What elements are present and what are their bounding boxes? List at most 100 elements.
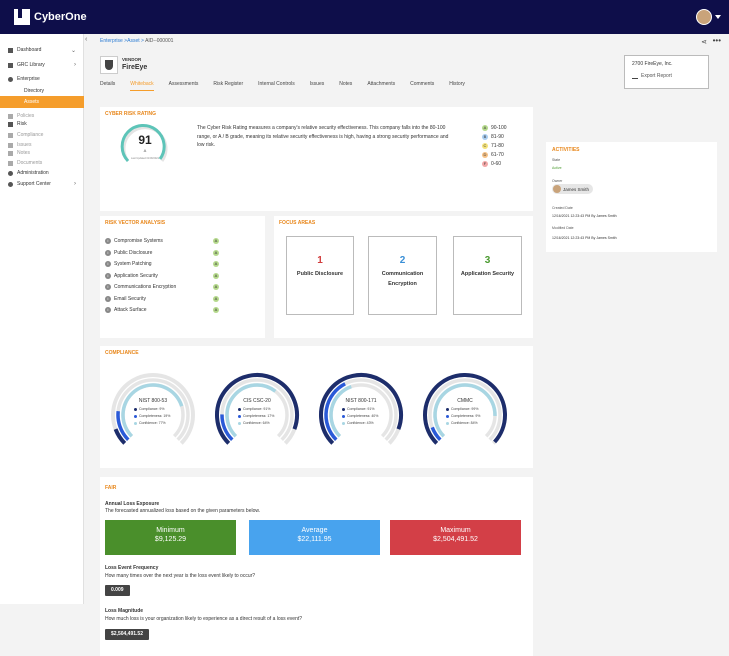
logo[interactable]: CyberOne (14, 9, 87, 25)
lef-description: How many times over the next year is the… (105, 573, 256, 579)
info-icon[interactable]: i (105, 273, 111, 279)
card-title: ACTIVITIES (552, 147, 580, 153)
info-icon[interactable]: i (105, 261, 111, 267)
legend-dot (342, 407, 345, 411)
legend-text: Confidence: 77% (139, 421, 166, 425)
modified-label: Modified Date (552, 226, 574, 230)
export-report-button[interactable]: Export Report (632, 73, 672, 79)
chevron-right-icon: › (74, 62, 76, 68)
compliance-legend: Compliance: 91% (342, 407, 374, 411)
gear-icon (8, 170, 13, 176)
lm-description: How much loss is your organization likel… (105, 616, 303, 622)
sidebar: Dashboard ⌄ GRC Library › Enterprise Direc… (0, 34, 84, 604)
legend-item: D 61-70 (482, 151, 504, 158)
tab-details[interactable]: Details (100, 81, 115, 91)
breadcrumb-asset[interactable]: Asset (127, 38, 140, 44)
ale-description: The forecasted annualized loss based on … (105, 508, 261, 514)
vector-row: i System Patching A (105, 261, 225, 267)
info-icon[interactable]: i (105, 238, 111, 244)
compliance-gauge: NIST 800-171 Compliance: 91% Completeness:… (316, 370, 406, 460)
breadcrumb-current: AID--000001 (145, 38, 174, 44)
tab-notes[interactable]: Notes (339, 81, 352, 91)
completeness-legend: Completeness: 40% (342, 414, 378, 418)
tab-risk-register[interactable]: Risk Register (213, 81, 243, 91)
legend-item: F 0-60 (482, 160, 502, 167)
activities-card: ACTIVITIES State Active Owner James Smit… (546, 142, 717, 252)
sidebar-item-dashboard[interactable]: Dashboard ⌄ (0, 44, 84, 56)
legend-dot (238, 414, 241, 418)
legend-text: Completeness: 9% (451, 414, 481, 418)
legend-dot (342, 421, 345, 425)
avatar[interactable] (696, 9, 712, 25)
cyber-risk-rating-card: CYBER RISK RATING 91 A Last Updated 01/0… (100, 107, 533, 211)
sidebar-item-support-center[interactable]: Support Center › (0, 178, 84, 190)
top-bar: CyberOne (0, 0, 729, 34)
user-menu[interactable] (696, 9, 721, 25)
legend-dot (134, 421, 137, 425)
info-icon[interactable]: i (105, 284, 111, 290)
compliance-legend: Compliance: 99% (446, 407, 478, 411)
collapse-sidebar-icon[interactable]: ‹ (85, 36, 87, 43)
ale-title: Annual Loss Exposure (105, 501, 160, 507)
legend-text: Completeness: 17% (243, 414, 275, 418)
chevron-down-icon: ⌄ (70, 47, 76, 54)
help-icon (8, 181, 13, 187)
logo-icon (14, 9, 30, 25)
focus-item[interactable]: 2 Communication Encryption (368, 236, 437, 315)
tab-issues[interactable]: Issues (310, 81, 324, 91)
compliance-legend: Compliance: 9% (134, 407, 164, 411)
chevron-right-icon: › (74, 181, 76, 187)
state-value: Active (552, 166, 562, 170)
legend-item: A 90-100 (482, 124, 507, 131)
lef-value: 0.009 (105, 585, 130, 596)
framework-name: NIST 800-53 (138, 398, 168, 404)
info-icon[interactable]: i (105, 296, 111, 302)
more-options-icon[interactable]: ••• (713, 36, 721, 45)
tab-comments[interactable]: Comments (410, 81, 434, 91)
rating-gauge: 91 A Last Updated 01/06/2021 (120, 121, 170, 166)
legend-dot (238, 421, 241, 425)
tab-whiteback[interactable]: Whiteback (130, 81, 154, 91)
completeness-legend: Completeness: 17% (238, 414, 274, 418)
share-icon[interactable]: ⋖ (701, 38, 707, 46)
shield-icon (105, 60, 113, 70)
confidence-legend: Confidence: 43% (342, 421, 374, 425)
tab-internal-controls[interactable]: Internal Controls (258, 81, 295, 91)
grade-badge: A (213, 261, 219, 267)
legend-text: Compliance: 91% (243, 407, 271, 411)
state-label: State (552, 158, 561, 162)
confidence-legend: Confidence: 64% (238, 421, 270, 425)
rating-description: The Cyber Risk Rating measures a company… (197, 125, 449, 148)
info-icon[interactable]: i (105, 250, 111, 256)
caret-down-icon[interactable] (715, 15, 721, 19)
legend-dot (446, 421, 449, 425)
grade-badge: A (213, 250, 219, 256)
tab-attachments[interactable]: Attachments (367, 81, 395, 91)
vector-row: i Attack Surface A (105, 307, 225, 313)
info-icon[interactable]: i (105, 307, 111, 313)
completeness-legend: Completeness: 19% (134, 414, 170, 418)
owner-label: Owner (552, 179, 563, 183)
legend-text: Completeness: 40% (347, 414, 379, 418)
vector-row: i Compromise Systems A (105, 238, 225, 244)
note-icon (8, 150, 13, 156)
grade-badge: A (213, 273, 219, 279)
sidebar-item-grc-library[interactable]: GRC Library › (0, 59, 84, 71)
focus-item[interactable]: 1 Public Disclosure (286, 236, 354, 315)
sidebar-item-assets[interactable]: Assets (0, 96, 84, 108)
library-icon (8, 62, 13, 68)
vector-row: i Communications Encryption A (105, 284, 225, 290)
minimum-box: Minimum $9,125.29 (105, 520, 236, 555)
tab-history[interactable]: History (449, 81, 465, 91)
focus-item[interactable]: 3 Application Security (453, 236, 522, 315)
sidebar-item-enterprise[interactable]: Enterprise (0, 73, 84, 85)
tab-assessments[interactable]: Assessments (169, 81, 199, 91)
created-value: 12/16/2021 12:23:43 PM By James Smith (552, 214, 617, 218)
breadcrumb: Enterprise >Asset > AID--000001 (100, 38, 174, 44)
address-panel: 2700 FireEye, Inc. Export Report (624, 55, 709, 89)
legend-text: Confidence: 84% (451, 421, 478, 425)
download-icon (632, 73, 638, 79)
owner-chip[interactable]: James Smith (552, 184, 594, 194)
vendor-logo (100, 56, 118, 74)
breadcrumb-enterprise[interactable]: Enterprise (100, 38, 123, 44)
